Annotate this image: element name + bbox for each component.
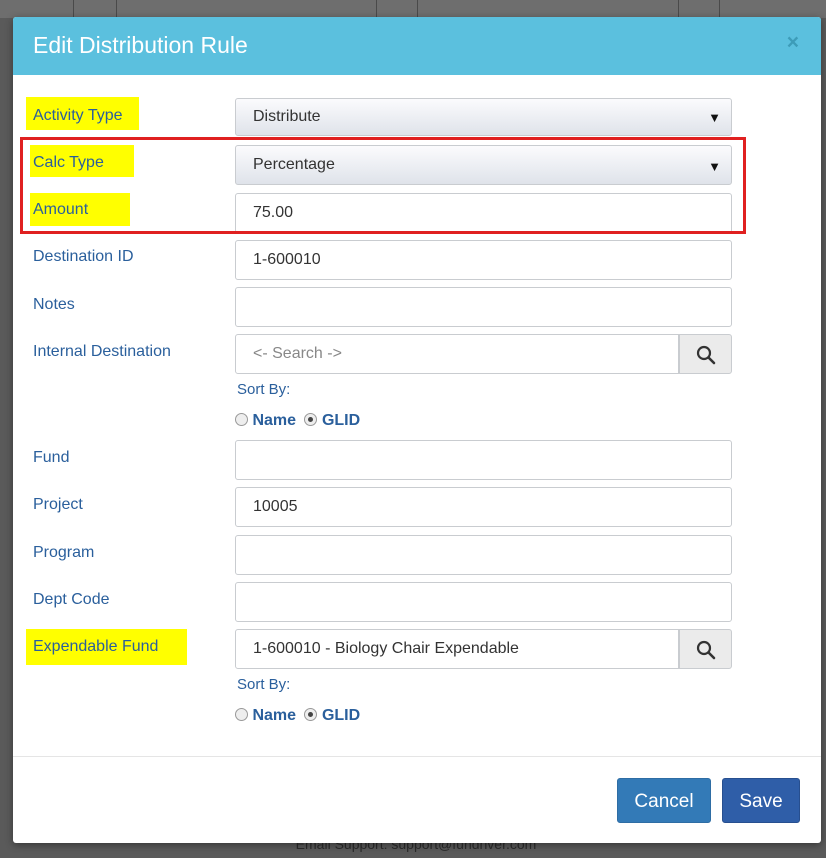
sort-by-glid-label: GLID xyxy=(321,412,361,429)
destination-id-input[interactable]: 1-600010 xyxy=(235,240,732,280)
expendable-fund-label: Expendable Fund xyxy=(33,638,159,655)
destination-id-label: Destination ID xyxy=(33,248,134,265)
caret-down-icon: ▼ xyxy=(708,110,721,125)
background-column-divider xyxy=(116,0,117,18)
program-label: Program xyxy=(33,544,95,561)
project-label: Project xyxy=(33,496,83,513)
sort-by-options: Name GLID xyxy=(235,707,360,725)
internal-destination-search-input[interactable]: <- Search -> xyxy=(235,334,679,374)
activity-type-value: Distribute xyxy=(253,108,321,125)
sort-by-glid-label: GLID xyxy=(321,707,361,724)
sort-by-name-radio[interactable] xyxy=(235,413,248,426)
notes-input[interactable] xyxy=(235,287,732,327)
modal-footer-divider xyxy=(13,756,821,757)
sort-by-glid-radio[interactable] xyxy=(304,708,318,721)
close-icon[interactable]: × xyxy=(787,31,799,55)
program-input[interactable] xyxy=(235,535,732,575)
dept-code-label: Dept Code xyxy=(33,591,110,608)
modal-header: Edit Distribution Rule × xyxy=(13,17,821,75)
activity-type-select[interactable]: Distribute ▼ xyxy=(235,98,732,136)
internal-destination-search-button[interactable] xyxy=(679,334,732,374)
cancel-button[interactable]: Cancel xyxy=(617,778,711,823)
expendable-fund-search-input[interactable]: 1-600010 - Biology Chair Expendable xyxy=(235,629,679,669)
background-column-divider xyxy=(719,0,720,18)
background-column-divider xyxy=(678,0,679,18)
fund-input[interactable] xyxy=(235,440,732,480)
background-column-divider xyxy=(417,0,418,18)
save-button[interactable]: Save xyxy=(722,778,800,823)
annotation-box xyxy=(20,137,746,234)
sort-by-name-radio[interactable] xyxy=(235,708,248,721)
sort-by-options: Name GLID xyxy=(235,412,360,430)
fund-label: Fund xyxy=(33,449,70,466)
notes-label: Notes xyxy=(33,296,75,313)
project-input[interactable]: 10005 xyxy=(235,487,732,527)
activity-type-label: Activity Type xyxy=(33,107,123,124)
search-icon xyxy=(696,345,716,365)
edit-distribution-rule-dialog: Edit Distribution Rule × Activity Type D… xyxy=(13,17,821,843)
search-icon xyxy=(696,640,716,660)
sort-by-label: Sort By: xyxy=(237,381,291,398)
internal-destination-label: Internal Destination xyxy=(33,343,171,360)
modal-title: Edit Distribution Rule xyxy=(33,32,248,58)
sort-by-label: Sort By: xyxy=(237,676,291,693)
sort-by-name-label: Name xyxy=(252,412,297,429)
dept-code-input[interactable] xyxy=(235,582,732,622)
expendable-fund-search-button[interactable] xyxy=(679,629,732,669)
sort-by-glid-radio[interactable] xyxy=(304,413,318,426)
background-column-divider xyxy=(73,0,74,18)
background-table-header xyxy=(0,0,826,18)
sort-by-name-label: Name xyxy=(252,707,297,724)
background-column-divider xyxy=(376,0,377,18)
